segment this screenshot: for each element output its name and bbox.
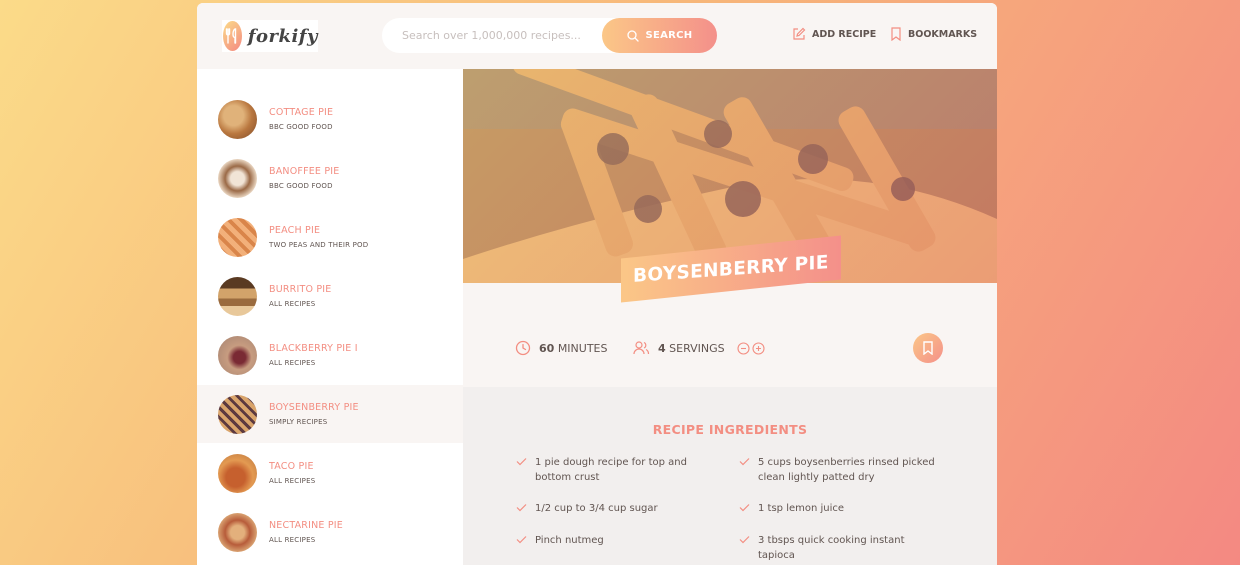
recipe-thumbnail [218, 158, 257, 198]
recipe-thumbnail [218, 217, 257, 257]
check-icon [739, 536, 750, 544]
check-icon [739, 504, 750, 512]
add-recipe-label: ADD RECIPE [812, 28, 877, 40]
check-icon [516, 458, 527, 466]
list-item[interactable]: BLACKBERRY PIE I ALL RECIPES [197, 326, 463, 384]
fork-knife-icon [223, 21, 242, 51]
app-container: forkify SEARCH ADD RECIPE BOOKMA [197, 3, 997, 565]
search-input[interactable] [402, 29, 592, 42]
plus-circle-icon[interactable] [752, 341, 765, 355]
recipe-thumbnail [218, 335, 257, 375]
search-button[interactable]: SEARCH [602, 18, 717, 53]
bookmark-icon [891, 27, 901, 41]
ingredient-item: 5 cups boysenberries rinsed picked clean… [739, 455, 944, 485]
result-title: BANOFFEE PIE [269, 166, 340, 177]
result-publisher: BBC GOOD FOOD [269, 182, 333, 190]
ingredient-item: 1 pie dough recipe for top and bottom cr… [516, 455, 721, 485]
logo-text: forkify [247, 25, 318, 47]
result-publisher: ALL RECIPES [269, 359, 316, 367]
result-title: NECTARINE PIE [269, 520, 343, 531]
ingredient-item: Pinch nutmeg [516, 533, 721, 548]
list-item[interactable]: BANOFFEE PIE BBC GOOD FOOD [197, 149, 463, 207]
edit-icon [793, 27, 806, 40]
result-title: TACO PIE [269, 461, 314, 472]
minutes-value: 60 [539, 341, 555, 355]
users-icon [633, 341, 650, 355]
result-publisher: SIMPLY RECIPES [269, 418, 328, 426]
recipe-ingredients: RECIPE INGREDIENTS 1 pie dough recipe fo… [463, 387, 997, 565]
result-publisher: BBC GOOD FOOD [269, 123, 333, 131]
bookmarks-button[interactable]: BOOKMARKS [890, 27, 977, 41]
list-item[interactable]: TACO PIE ALL RECIPES [197, 444, 463, 502]
servings-value: 4 [658, 341, 666, 355]
check-icon [516, 504, 527, 512]
check-icon [516, 536, 527, 544]
list-item[interactable]: COTTAGE PIE BBC GOOD FOOD [197, 90, 463, 148]
result-title: BOYSENBERRY PIE [269, 402, 359, 413]
result-title: BURRITO PIE [269, 284, 332, 295]
result-publisher: ALL RECIPES [269, 477, 316, 485]
result-title: PEACH PIE [269, 225, 321, 236]
recipe-thumbnail [218, 394, 257, 434]
ingredients-heading: RECIPE INGREDIENTS [652, 422, 808, 437]
result-title: COTTAGE PIE [269, 107, 334, 118]
recipe-thumbnail [218, 276, 257, 316]
clock-icon [515, 340, 531, 356]
recipe-thumbnail [218, 453, 257, 493]
bookmarks-label: BOOKMARKS [908, 28, 978, 40]
ingredient-item: 1 tsp lemon juice [739, 501, 944, 516]
result-publisher: TWO PEAS AND THEIR POD [269, 241, 369, 249]
recipe-duration: 60 MINUTES [515, 340, 607, 356]
result-publisher: ALL RECIPES [269, 536, 316, 544]
search-results: COTTAGE PIE BBC GOOD FOOD BANOFFEE PIE B… [197, 69, 463, 565]
bookmark-icon [923, 341, 933, 355]
ingredient-item: 1/2 cup to 3/4 cup sugar [516, 501, 721, 516]
list-item[interactable]: BOYSENBERRY PIE SIMPLY RECIPES [197, 385, 463, 443]
recipe-servings: 4 SERVINGS [633, 340, 765, 356]
ingredient-item: 3 tbsps quick cooking instant tapioca [739, 533, 944, 563]
logo[interactable]: forkify [222, 20, 318, 52]
check-icon [739, 458, 750, 466]
result-title: BLACKBERRY PIE I [269, 343, 358, 354]
minus-circle-icon[interactable] [737, 341, 750, 355]
search-button-label: SEARCH [645, 30, 693, 41]
bookmark-recipe-button[interactable] [913, 333, 943, 363]
search-icon [626, 29, 639, 42]
recipe-view: BOYSENBERRY PIE 60 MINUTES 4 SERVINGS RE… [463, 69, 997, 565]
add-recipe-button[interactable]: ADD RECIPE [792, 27, 876, 41]
list-item[interactable]: PEACH PIE TWO PEAS AND THEIR POD [197, 208, 463, 266]
result-publisher: ALL RECIPES [269, 300, 316, 308]
servings-label: SERVINGS [669, 341, 725, 355]
recipe-thumbnail [218, 99, 257, 139]
list-item[interactable]: BURRITO PIE ALL RECIPES [197, 267, 463, 325]
recipe-thumbnail [218, 512, 257, 552]
list-item[interactable]: NECTARINE PIE ALL RECIPES [197, 503, 463, 561]
search-form: SEARCH [382, 18, 717, 53]
header: forkify SEARCH ADD RECIPE BOOKMA [197, 3, 997, 69]
minutes-label: MINUTES [557, 341, 608, 355]
